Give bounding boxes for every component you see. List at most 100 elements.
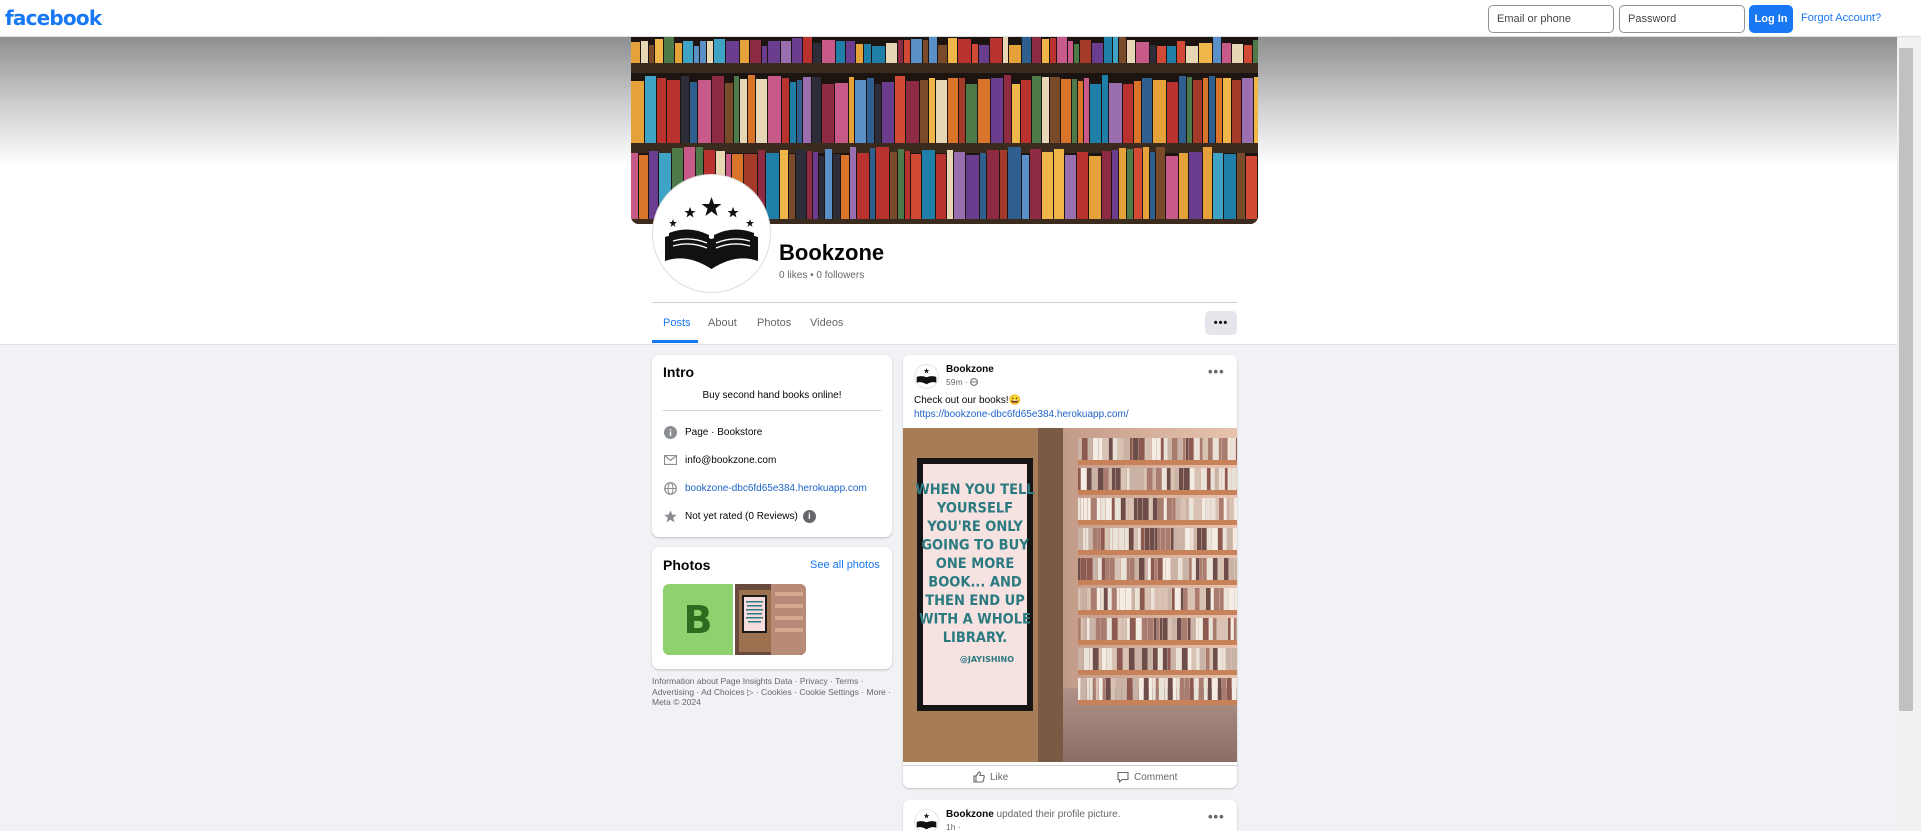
post-options-icon[interactable]: ••• xyxy=(1208,364,1225,379)
store-book-spine xyxy=(1165,678,1168,700)
tab-posts[interactable]: Posts xyxy=(663,317,691,329)
store-book-spine xyxy=(1184,468,1190,490)
email-field[interactable] xyxy=(1488,5,1614,33)
store-book-spine xyxy=(1167,468,1171,490)
more-options-button[interactable]: ••• xyxy=(1205,311,1237,335)
post-author-avatar[interactable] xyxy=(914,364,939,389)
store-book-spine xyxy=(1101,588,1104,610)
intro-website-link[interactable]: bookzone-dbc6fd65e384.herokuapp.com xyxy=(685,483,867,494)
tab-photos[interactable]: Photos xyxy=(757,317,791,329)
store-book-spine xyxy=(1117,648,1123,670)
footer-line-1[interactable]: Information about Page Insights Data · P… xyxy=(652,676,892,687)
post-image[interactable]: WHEN YOU TELL YOURSELF YOU'RE ONLY GOING TO… xyxy=(903,428,1237,762)
store-book-spine xyxy=(1138,528,1141,550)
cover-book-spine xyxy=(645,76,656,143)
cover-book-spine xyxy=(768,76,781,143)
store-book-spine xyxy=(1087,558,1093,580)
cover-book-spine xyxy=(1136,42,1149,63)
store-book-spine xyxy=(1125,528,1129,550)
store-book-spine xyxy=(1197,498,1202,520)
public-globe-icon xyxy=(970,378,978,386)
see-all-photos-link[interactable]: See all photos xyxy=(810,559,880,571)
post-timestamp[interactable]: 59m · xyxy=(946,377,978,387)
post-link[interactable]: https://bookzone-dbc6fd65e384.herokuapp.… xyxy=(914,409,1129,420)
rating-info-icon[interactable]: i xyxy=(802,509,816,523)
store-book-spine xyxy=(1229,588,1235,610)
intro-email-text[interactable]: info@bookzone.com xyxy=(685,455,776,466)
tab-videos[interactable]: Videos xyxy=(810,317,843,329)
store-book-spine xyxy=(1189,498,1194,520)
store-book-spine xyxy=(1203,618,1209,640)
store-book-spine xyxy=(1207,558,1213,580)
cover-book-spine xyxy=(1119,148,1126,219)
post2-options-icon[interactable]: ••• xyxy=(1208,809,1225,824)
store-book-spine xyxy=(1097,498,1101,520)
store-book-spine xyxy=(1135,648,1138,670)
store-book-spine xyxy=(1126,498,1129,520)
cover-book-spine xyxy=(1179,76,1186,143)
post2-author-avatar[interactable] xyxy=(914,809,939,831)
cover-book-spine xyxy=(1078,81,1083,143)
store-book-spine xyxy=(1123,648,1129,670)
cover-book-spine xyxy=(726,41,739,63)
cover-book-spine xyxy=(948,38,957,63)
store-book-spine xyxy=(1230,498,1234,520)
cover-book-spine xyxy=(1012,84,1020,143)
store-book-spine xyxy=(1149,678,1153,700)
cover-book-spine xyxy=(782,78,789,143)
forgot-account-link[interactable]: Forgot Account? xyxy=(1801,12,1881,24)
facebook-logo[interactable]: facebook xyxy=(5,6,102,30)
store-book-spine xyxy=(1213,558,1218,580)
store-book-spine xyxy=(1088,498,1091,520)
cover-book-spine xyxy=(1054,149,1064,219)
store-book-spine xyxy=(1164,498,1167,520)
cover-book-spine xyxy=(990,38,1002,63)
store-book-spine xyxy=(1158,498,1164,520)
cover-book-spine xyxy=(1102,151,1111,219)
post2-author-name[interactable]: Bookzone xyxy=(946,809,994,820)
photo-thumbnail-poster[interactable] xyxy=(735,584,806,655)
cover-book-spine xyxy=(1042,39,1049,63)
intro-bio: Buy second hand books online! xyxy=(702,390,842,401)
store-book-spine xyxy=(1124,438,1130,460)
cover-book-spine xyxy=(1134,148,1142,219)
tab-about[interactable]: About xyxy=(708,317,737,329)
post2-timestamp[interactable]: 1h · xyxy=(946,822,961,831)
store-book-spine xyxy=(1134,528,1138,550)
cover-book-spine xyxy=(1000,150,1007,219)
intro-rating-text: Not yet rated (0 Reviews) xyxy=(685,510,798,522)
photos-card: Photos See all photos B xyxy=(652,547,892,669)
login-button[interactable]: Log In xyxy=(1749,5,1793,33)
store-book-spine xyxy=(1233,528,1237,550)
store-book-spine xyxy=(1207,528,1212,550)
store-book-spine xyxy=(1178,558,1183,580)
store-book-spine xyxy=(1112,588,1117,610)
cover-book-spine xyxy=(1123,84,1133,143)
page-profile-picture[interactable] xyxy=(653,175,770,292)
store-book-spine xyxy=(1078,498,1081,520)
store-book-spine xyxy=(1225,468,1228,490)
password-field[interactable] xyxy=(1619,5,1745,33)
comment-button[interactable]: Comment xyxy=(1117,771,1177,783)
photo-thumbnail-profile[interactable]: B xyxy=(663,584,733,655)
cover-book-spine xyxy=(740,79,747,143)
page-scrollbar-thumb[interactable] xyxy=(1899,48,1913,711)
like-button[interactable]: Like xyxy=(973,771,1008,783)
footer-line-2[interactable]: Advertising · Ad Choices ▷ · Cookies · C… xyxy=(652,687,892,698)
store-book-spine xyxy=(1106,498,1112,520)
store-book-spine xyxy=(1164,588,1168,610)
cover-book-spine xyxy=(966,84,977,143)
store-book-spine xyxy=(1078,618,1081,640)
cover-book-spine xyxy=(1223,78,1231,143)
store-book-spine xyxy=(1122,678,1127,700)
cover-book-spine xyxy=(987,150,999,219)
cover-book-spine xyxy=(789,154,795,219)
post-author-name[interactable]: Bookzone xyxy=(946,364,994,375)
cover-book-spine xyxy=(1166,156,1178,219)
globe-icon xyxy=(663,481,677,495)
store-book-spine xyxy=(1180,528,1185,550)
store-book-spine xyxy=(1175,588,1181,610)
cover-book-spine xyxy=(1222,43,1231,63)
intro-title: Intro xyxy=(663,364,695,380)
page-stats[interactable]: 0 likes • 0 followers xyxy=(779,270,864,281)
